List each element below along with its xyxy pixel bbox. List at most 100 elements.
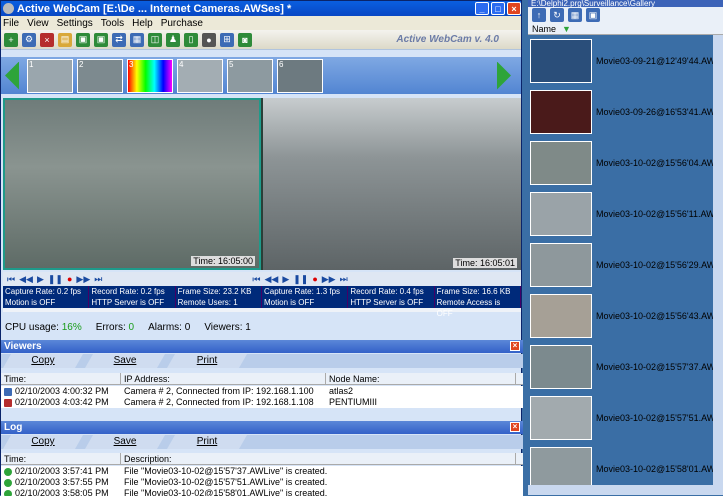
camera-settings-icon[interactable]: ⚙: [22, 32, 36, 47]
menu-file[interactable]: File: [3, 18, 19, 29]
save-button[interactable]: Save: [85, 435, 165, 449]
copy-button[interactable]: Copy: [3, 354, 83, 368]
add-camera-icon[interactable]: +: [4, 32, 18, 47]
capture-icon[interactable]: ◫: [148, 32, 162, 47]
horizontal-scrollbar[interactable]: [528, 485, 723, 495]
close-icon[interactable]: ×: [510, 422, 520, 432]
movie-thumbnail: [530, 140, 592, 185]
save-icon[interactable]: ▣: [76, 32, 90, 47]
pause-icon[interactable]: ❚❚: [293, 274, 308, 285]
list-item[interactable]: Movie03-10-02@15'56'29.AW: [528, 239, 723, 290]
column-header[interactable]: Node Name:: [326, 373, 516, 384]
up-folder-icon[interactable]: ↑: [532, 8, 546, 22]
print-button[interactable]: Print: [167, 435, 247, 449]
gallery-header[interactable]: Name ▼: [528, 23, 723, 35]
table-row[interactable]: 02/10/2003 4:03:42 PM Camera # 2, Connec…: [1, 397, 523, 408]
save-as-icon[interactable]: ▣: [94, 32, 108, 47]
camera-controls: ⏮ ◀◀ ▶ ❚❚ ● ▶▶ ⏭ ⏮ ◀◀ ▶ ❚❚ ● ▶▶ ⏭ Capture Rate: 0.2 …: [3, 272, 521, 318]
status-bar: CPU usage: 16% Errors: 0 Alarms: 0 Viewe…: [3, 319, 521, 335]
rewind-icon[interactable]: ◀◀: [264, 274, 278, 285]
close-button[interactable]: ×: [507, 2, 521, 15]
movie-thumbnail: [530, 293, 592, 338]
item-label: Movie03-10-02@15'56'29.AW: [596, 259, 716, 270]
thumbnail-icon[interactable]: ▣: [586, 8, 600, 22]
column-header[interactable]: Time:: [1, 373, 121, 384]
camera-thumb-6[interactable]: 6: [277, 58, 323, 93]
camera-thumb-3[interactable]: 3: [127, 58, 173, 93]
window-title: Active WebCam [E:\De ... Internet Camera…: [17, 2, 292, 15]
layout-icon[interactable]: ▦: [130, 32, 144, 47]
record-icon[interactable]: ●: [202, 32, 216, 47]
delete-camera-icon[interactable]: ×: [40, 32, 54, 47]
list-item[interactable]: Movie03-09-26@16'53'41.AW: [528, 86, 723, 137]
column-header[interactable]: Description:: [121, 453, 516, 464]
close-icon[interactable]: ×: [510, 341, 520, 351]
stat: HTTP Server is OFF: [348, 297, 435, 308]
camera-thumb-4[interactable]: 4: [177, 58, 223, 93]
list-item[interactable]: Movie03-10-02@15'56'11.AW: [528, 188, 723, 239]
minimize-button[interactable]: _: [475, 2, 489, 15]
camera-view-2[interactable]: Time: 16:05:01: [263, 98, 521, 270]
title-bar[interactable]: Active WebCam [E:\De ... Internet Camera…: [1, 1, 521, 16]
save-button[interactable]: Save: [85, 354, 165, 368]
scroll-right-arrow[interactable]: [497, 61, 511, 90]
vertical-scrollbar[interactable]: [713, 35, 723, 485]
camera-thumb-1[interactable]: 1: [27, 58, 73, 93]
maximize-button[interactable]: □: [491, 2, 505, 15]
switch-icon[interactable]: ⇄: [112, 32, 126, 47]
log-panel-header: Log ×: [1, 421, 523, 434]
stat: Capture Rate: 0.2 fps: [3, 286, 90, 297]
rewind-icon[interactable]: ◀◀: [19, 274, 33, 285]
camera-view-1[interactable]: Time: 16:05:00: [3, 98, 261, 270]
forward-icon[interactable]: ▶▶: [76, 274, 90, 285]
play-icon[interactable]: ▶: [37, 274, 44, 285]
view-icon[interactable]: ▦: [568, 8, 582, 22]
table-row[interactable]: 02/10/2003 4:00:32 PM Camera # 2, Connec…: [1, 386, 523, 397]
movie-thumbnail: [530, 395, 592, 440]
schedule-icon[interactable]: ▯: [184, 32, 198, 47]
menu-bar: File View Settings Tools Help Purchase: [1, 16, 521, 30]
open-icon[interactable]: ▤: [58, 32, 72, 47]
list-item[interactable]: Movie03-10-02@15'57'37.AW: [528, 341, 723, 392]
record-icon[interactable]: ●: [312, 274, 317, 284]
table-row[interactable]: 02/10/2003 3:57:41 PM File "Movie03-10-0…: [1, 466, 523, 477]
menu-tools[interactable]: Tools: [101, 18, 124, 29]
last-icon[interactable]: ⏭: [94, 274, 102, 285]
menu-settings[interactable]: Settings: [57, 18, 93, 29]
cell: PENTIUMIII: [329, 397, 378, 407]
scroll-left-arrow[interactable]: [5, 61, 19, 90]
pause-icon[interactable]: ❚❚: [48, 274, 63, 285]
copy-button[interactable]: Copy: [3, 435, 83, 449]
print-button[interactable]: Print: [167, 354, 247, 368]
cell: 02/10/2003 3:57:55 PM: [15, 477, 109, 487]
movie-thumbnail: [530, 38, 592, 83]
gallery-title: E:\Delphi2.prg\Surveillance\Gallery: [528, 0, 723, 7]
list-item[interactable]: Movie03-10-02@15'57'51.AW: [528, 392, 723, 443]
list-item[interactable]: Movie03-10-02@15'56'43.AW: [528, 290, 723, 341]
stat: Motion is OFF: [262, 297, 349, 308]
forward-icon[interactable]: ▶▶: [322, 274, 336, 285]
menu-help[interactable]: Help: [132, 18, 153, 29]
column-header[interactable]: IP Address:: [121, 373, 326, 384]
menu-view[interactable]: View: [27, 18, 49, 29]
cpu-label: CPU usage:: [5, 321, 59, 333]
snapshot-icon[interactable]: ◙: [238, 32, 252, 47]
menu-purchase[interactable]: Purchase: [161, 18, 203, 29]
first-icon[interactable]: ⏮: [7, 274, 15, 285]
table-row[interactable]: 02/10/2003 3:57:55 PM File "Movie03-10-0…: [1, 477, 523, 488]
stat: Record Rate: 0.4 fps: [348, 286, 435, 297]
last-icon[interactable]: ⏭: [340, 274, 348, 285]
record-icon[interactable]: ●: [67, 274, 72, 284]
list-item[interactable]: Movie03-10-02@15'56'04.AW: [528, 137, 723, 188]
camera-thumb-5[interactable]: 5: [227, 58, 273, 93]
list-item[interactable]: Movie03-09-21@12'49'44.AW: [528, 35, 723, 86]
column-header[interactable]: Time:: [1, 453, 121, 464]
play-icon[interactable]: ▶: [282, 274, 289, 285]
item-label: Movie03-10-02@15'57'51.AW: [596, 412, 716, 423]
refresh-icon[interactable]: ↻: [550, 8, 564, 22]
viewers-label: Viewers:: [204, 321, 243, 333]
users-icon[interactable]: ♟: [166, 32, 180, 47]
camera-thumb-2[interactable]: 2: [77, 58, 123, 93]
first-icon[interactable]: ⏮: [252, 274, 260, 285]
network-icon[interactable]: ⊞: [220, 32, 234, 47]
